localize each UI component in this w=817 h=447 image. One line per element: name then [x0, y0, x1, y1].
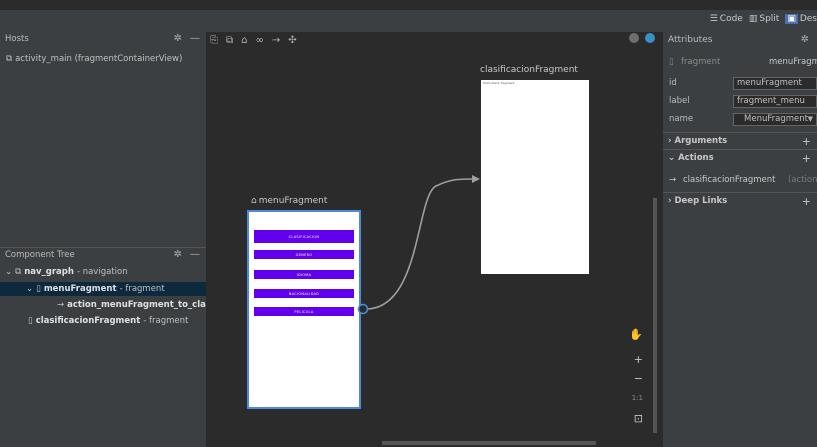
- new-destination-icon[interactable]: ⎘: [210, 35, 218, 46]
- left-panel: Hosts ✲ — ⧉ activity_main (fragmentConta…: [0, 32, 206, 447]
- code-mode-button[interactable]: ☰ Code: [710, 14, 743, 24]
- action-arrow[interactable]: [206, 48, 663, 447]
- minimize-icon[interactable]: —: [190, 249, 200, 260]
- view-mode-switch: ☰ Code ▥ Split ▣ Des: [710, 14, 817, 24]
- gear-icon[interactable]: ✲: [174, 33, 182, 44]
- arrow-right-icon[interactable]: →: [272, 35, 280, 46]
- link-icon[interactable]: ∞: [256, 35, 264, 46]
- nested-graph-icon[interactable]: ⧉: [226, 35, 233, 46]
- gear-icon[interactable]: ✲: [801, 34, 809, 45]
- canvas-horizontal-scrollbar[interactable]: [382, 441, 596, 445]
- arrow-right-icon: →: [57, 300, 65, 310]
- window-strip: [0, 0, 817, 10]
- label-field[interactable]: fragment_menu: [733, 94, 817, 108]
- hosts-header: Hosts ✲ —: [0, 32, 206, 46]
- arguments-section[interactable]: › Arguments +: [663, 132, 817, 149]
- home-icon[interactable]: ⌂: [241, 35, 247, 46]
- attribute-row-label: label fragment_menu: [663, 93, 817, 109]
- component-tree-title: Component Tree: [5, 250, 75, 260]
- arrow-right-icon: →: [669, 175, 677, 185]
- hosts-title: Hosts: [5, 34, 29, 44]
- chevron-down-icon[interactable]: ▼: [808, 115, 813, 123]
- id-field[interactable]: menuFragment: [733, 76, 817, 90]
- fragment-icon: ▯: [669, 57, 674, 67]
- action-item[interactable]: → clasificacionFragment (action_me: [663, 172, 817, 188]
- tree-item-action[interactable]: → action_menuFragment_to_clasifi: [0, 298, 206, 312]
- add-argument-icon[interactable]: +: [802, 135, 811, 148]
- tree-item-menu-fragment[interactable]: ⌄ ▯ menuFragment - fragment: [0, 282, 206, 296]
- chevron-down-icon: ⌄: [668, 153, 676, 163]
- tree-item-clasificacion-fragment[interactable]: ▯ clasificacionFragment - fragment: [0, 314, 206, 328]
- zoom-in-icon[interactable]: +: [634, 353, 643, 366]
- gear-icon[interactable]: ✲: [174, 249, 182, 260]
- add-deep-link-icon[interactable]: +: [802, 195, 811, 208]
- attribute-type-row: ▯ fragment menuFragm: [669, 57, 817, 67]
- add-action-icon[interactable]: +: [802, 152, 811, 165]
- attributes-header: Attributes ✲: [663, 32, 817, 48]
- chevron-right-icon: ›: [668, 196, 672, 206]
- fragment-icon: ▯: [36, 284, 41, 294]
- actions-section[interactable]: ⌄ Actions +: [663, 149, 817, 166]
- zoom-out-icon[interactable]: −: [634, 372, 643, 385]
- split-mode-button[interactable]: ▥ Split: [749, 14, 779, 24]
- auto-arrange-icon[interactable]: ✣: [288, 35, 296, 46]
- minimize-icon[interactable]: —: [190, 33, 200, 44]
- nav-graph-icon: ⧉: [15, 267, 22, 277]
- canvas-toolbar: ⎘ ⧉ ⌂ ∞ → ✣: [206, 32, 663, 48]
- chevron-right-icon: ›: [668, 136, 672, 146]
- fragment-icon: ▯: [28, 316, 33, 326]
- pan-icon[interactable]: ✋: [629, 328, 643, 341]
- editor-toolbar: ☰ Code ▥ Split ▣ Des: [0, 0, 817, 32]
- fit-screen-icon[interactable]: ⊡: [634, 412, 643, 425]
- activity-icon: ⧉: [6, 54, 13, 64]
- canvas-vertical-scrollbar[interactable]: [653, 198, 657, 433]
- design-icon: ▣: [785, 14, 798, 24]
- attributes-panel: Attributes ✲ ▯ fragment menuFragm id men…: [663, 32, 817, 447]
- attribute-row-name: name MenuFragment ▼: [663, 111, 817, 127]
- info-icon[interactable]: [645, 33, 655, 43]
- split-icon: ▥: [748, 14, 758, 24]
- deep-links-section[interactable]: › Deep Links +: [663, 192, 817, 209]
- attributes-title: Attributes: [668, 35, 713, 45]
- chevron-down-icon: ⌄: [26, 284, 34, 294]
- navigation-canvas[interactable]: clasificacionFragment Hello blank fragme…: [206, 48, 663, 447]
- design-mode-button[interactable]: ▣ Des: [785, 14, 817, 24]
- zoom-reset-button[interactable]: 1:1: [632, 394, 643, 402]
- component-tree-header: Component Tree ✲ —: [0, 247, 206, 262]
- code-icon: ☰: [709, 14, 718, 24]
- warning-icon[interactable]: [629, 33, 639, 43]
- host-item[interactable]: ⧉ activity_main (fragmentContainerView): [6, 54, 182, 64]
- chevron-down-icon: ⌄: [5, 267, 13, 277]
- attribute-row-id: id menuFragment: [663, 75, 817, 91]
- tree-item-nav-graph[interactable]: ⌄ ⧉ nav_graph - navigation: [0, 265, 206, 279]
- name-dropdown[interactable]: MenuFragment: [733, 112, 817, 126]
